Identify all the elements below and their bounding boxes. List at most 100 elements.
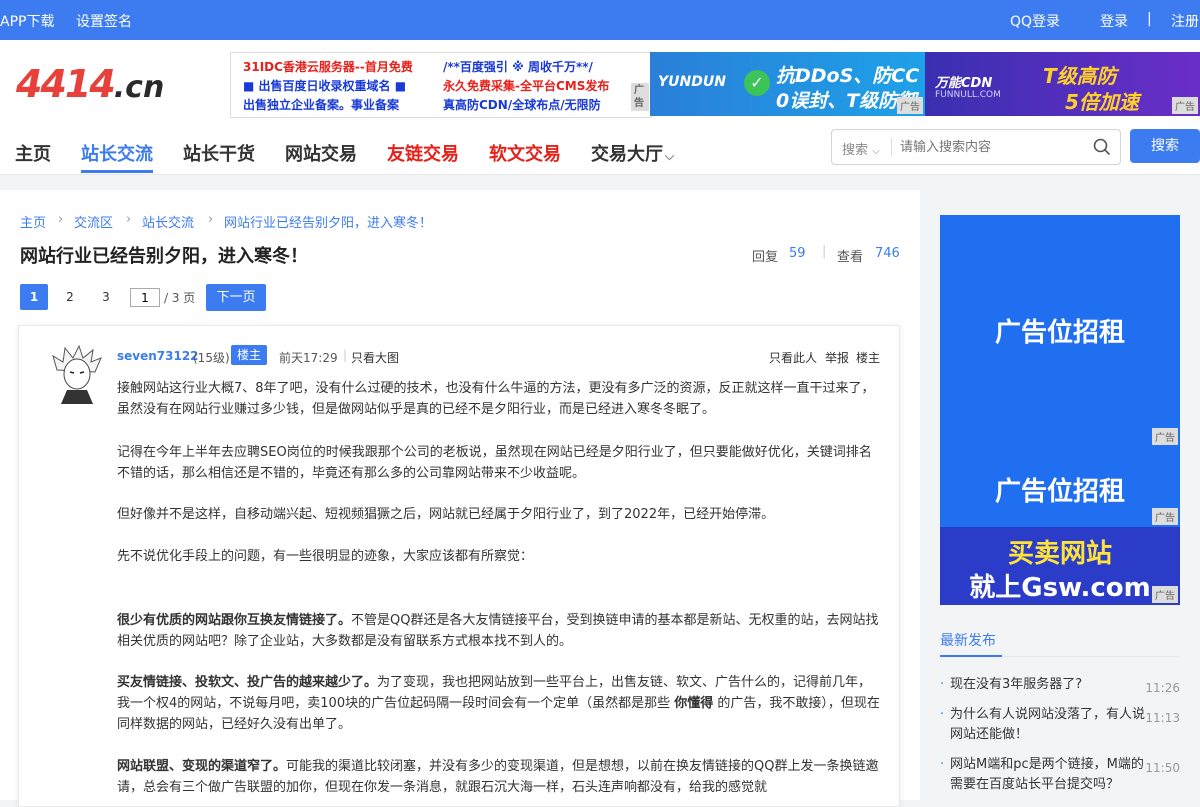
nav-home[interactable]: 主页 xyxy=(15,140,51,166)
bullet-icon: · xyxy=(940,677,945,692)
nav-hall-label: 交易大厅 xyxy=(591,144,663,165)
nav-articles[interactable]: 软文交易 xyxy=(489,140,561,166)
site-logo[interactable]: 4414.cn xyxy=(16,62,164,106)
breadcrumb-current[interactable]: 网站行业已经告别夕阳，进入寒冬！ xyxy=(224,212,432,231)
latest-post-title[interactable]: 为什么有人说网站没落了，有人说网站还能做！ xyxy=(950,705,1146,745)
funnull-url: FUNNULL.COM xyxy=(935,90,1001,100)
text-ad-link[interactable]: /**百度强引 ※ 周收千万**/ xyxy=(443,58,593,75)
ad-tag: 广告 xyxy=(1152,508,1178,525)
op-badge: 楼主 xyxy=(231,345,267,365)
avatar[interactable] xyxy=(51,344,103,404)
yundun-brand: YUNDUN xyxy=(658,74,726,90)
paragraph-lead: 网站联盟、变现的渠道窄了。 xyxy=(117,759,287,774)
view-large-image-link[interactable]: 只看大图 xyxy=(351,349,399,366)
latest-post-title[interactable]: 现在没有3年服务器了? xyxy=(950,675,1130,695)
nav-hall[interactable]: 交易大厅 ⌵ xyxy=(591,140,674,166)
latest-post-time: 11:13 xyxy=(1145,711,1180,725)
ad-subline: 就上Gsw.com xyxy=(969,573,1151,603)
breadcrumb-sep: › xyxy=(58,212,64,227)
paragraph-emphasis: 你懂得 xyxy=(674,696,714,711)
logo-tld: .cn xyxy=(113,70,165,105)
text-ad-link[interactable]: 永久免费采集-全平台CMS发布 xyxy=(443,77,609,94)
topbar-divider: | xyxy=(1147,11,1152,27)
view-count: 746 xyxy=(875,246,900,261)
sidebar-ad[interactable]: 广告位招租 广告 xyxy=(940,215,1180,447)
post-author[interactable]: seven73122 xyxy=(117,349,199,363)
set-signature-link[interactable]: 设置签名 xyxy=(76,11,132,31)
only-author-link[interactable]: 只看此人 xyxy=(769,349,817,366)
search-button[interactable]: 搜索 xyxy=(1130,129,1200,163)
nav-links[interactable]: 友链交易 xyxy=(387,140,459,166)
floor-label: 楼主 xyxy=(856,351,881,365)
chevron-down-icon: ⌵ xyxy=(872,146,880,157)
paragraph-lead: 很少有优质的网站跟你互换友情链接了。 xyxy=(117,613,352,628)
register-link[interactable]: 注册 xyxy=(1171,11,1199,31)
breadcrumb-sep: › xyxy=(208,212,214,227)
ad-tag: 广告 xyxy=(897,97,923,114)
search-input[interactable] xyxy=(898,136,1082,158)
text-ad-link[interactable]: 出售独立企业备案。事业备案 xyxy=(243,96,399,113)
text-ad-link[interactable]: 真高防CDN/全球布点/无限防 xyxy=(443,96,601,113)
sidebar-ad[interactable]: 广告位招租 广告 xyxy=(940,447,1180,527)
post-time: 前天17:29 xyxy=(279,351,338,365)
page-1-button[interactable]: 1 xyxy=(20,284,48,310)
ad-headline: 买卖网站 xyxy=(1007,539,1112,569)
reply-label: 回复 xyxy=(752,250,779,265)
page-jump-input[interactable] xyxy=(130,288,160,307)
latest-post-title[interactable]: 网站M端和pc是两个链接，M端的需要在百度站长平台提交吗？ xyxy=(950,755,1146,795)
top-bar: APP下载 设置签名 QQ登录 登录 | 注册 xyxy=(0,0,1200,40)
bullet-icon: · xyxy=(940,757,945,772)
page-2-button[interactable]: 2 xyxy=(56,284,84,310)
sidebar-ad[interactable]: 买卖网站 就上Gsw.com 广告 xyxy=(940,527,1180,605)
breadcrumb-home[interactable]: 主页 xyxy=(20,212,46,231)
paragraph-lead: 买友情链接、投软文、投广告的越来越少了。 xyxy=(117,675,378,690)
login-link[interactable]: 登录 xyxy=(1100,11,1128,31)
post-paragraph: 网站联盟、变现的渠道窄了。可能我的渠道比较闭塞，并没有多少的变现渠道，但是想想，… xyxy=(117,756,882,798)
next-page-button[interactable]: 下一页 xyxy=(206,284,266,311)
post-meta-divider: | xyxy=(343,348,348,362)
ad-tag: 广告 xyxy=(631,83,649,111)
nav-exchange[interactable]: 站长交流 xyxy=(81,140,153,166)
banner-subline: 5倍加速 xyxy=(1065,90,1139,114)
breadcrumb-sep: › xyxy=(126,212,132,227)
author-level: (15级) xyxy=(193,351,230,365)
banner-headline: 抗DDoS、防CC xyxy=(776,65,920,87)
text-ad-link[interactable]: 31IDC香港云服务器--首月免费 xyxy=(243,58,413,75)
section-indicator xyxy=(940,655,1002,657)
funnull-brand: 万能CDN xyxy=(935,76,993,91)
page-3-button[interactable]: 3 xyxy=(92,284,120,310)
view-label: 查看 xyxy=(837,250,864,265)
breadcrumb-board[interactable]: 交流区 xyxy=(74,212,113,231)
text-ad-link[interactable]: ■ 出售百度日收录权重域名 ■ xyxy=(243,77,406,94)
nav-tips[interactable]: 站长干货 xyxy=(183,140,255,166)
ad-headline: 广告位招租 xyxy=(994,477,1125,507)
nav-trade[interactable]: 网站交易 xyxy=(285,140,357,166)
funnull-banner[interactable]: 万能CDN FUNNULL.COM T级高防 5倍加速 广告 xyxy=(925,52,1200,116)
app-download-link[interactable]: APP下载 xyxy=(0,11,54,31)
check-icon: ✓ xyxy=(744,70,770,96)
post-paragraph: 很少有优质的网站跟你互换友情链接了。不管是QQ群还是各大友情链接平台，受到换链申… xyxy=(117,610,882,652)
post-paragraph: 记得在今年上半年去应聘SEO岗位的时候我跟那个公司的老板说，虽然现在网站已经是夕… xyxy=(117,445,872,481)
ad-tag: 广告 xyxy=(1172,97,1198,114)
stat-divider: | xyxy=(822,244,827,259)
qq-login-link[interactable]: QQ登录 xyxy=(1010,11,1060,31)
banner-headline: T级高防 xyxy=(1043,64,1117,88)
yundun-banner[interactable]: YUNDUN ✓ 抗DDoS、防CC 0误封、T级防御 广告 xyxy=(650,52,925,116)
breadcrumb-forum[interactable]: 站长交流 xyxy=(142,212,194,231)
bullet-icon: · xyxy=(940,707,945,722)
chevron-down-icon: ⌵ xyxy=(665,149,675,163)
latest-posts-title: 最新发布 xyxy=(940,633,996,649)
page-total: / 3 页 xyxy=(164,291,196,305)
ad-headline: 广告位招租 xyxy=(994,318,1125,348)
search-icon[interactable] xyxy=(1093,138,1111,156)
ad-tag: 广告 xyxy=(1152,428,1178,445)
latest-post-time: 11:50 xyxy=(1145,761,1180,775)
main-content: 主页 › 交流区 › 站长交流 › 网站行业已经告别夕阳，进入寒冬！ 网站行业已… xyxy=(0,190,920,807)
ad-tag: 广告 xyxy=(1152,586,1178,603)
report-link[interactable]: 举报 xyxy=(825,349,849,366)
post-paragraph: 但好像并不是这样，自移动端兴起、短视频猖獗之后，网站就已经属于夕阳行业了，到了2… xyxy=(117,507,775,522)
nav-active-indicator xyxy=(81,170,153,173)
search-scope-label: 搜索 xyxy=(842,143,869,158)
search-divider xyxy=(891,138,892,156)
search-scope-select[interactable]: 搜索 ⌵ xyxy=(842,139,880,158)
